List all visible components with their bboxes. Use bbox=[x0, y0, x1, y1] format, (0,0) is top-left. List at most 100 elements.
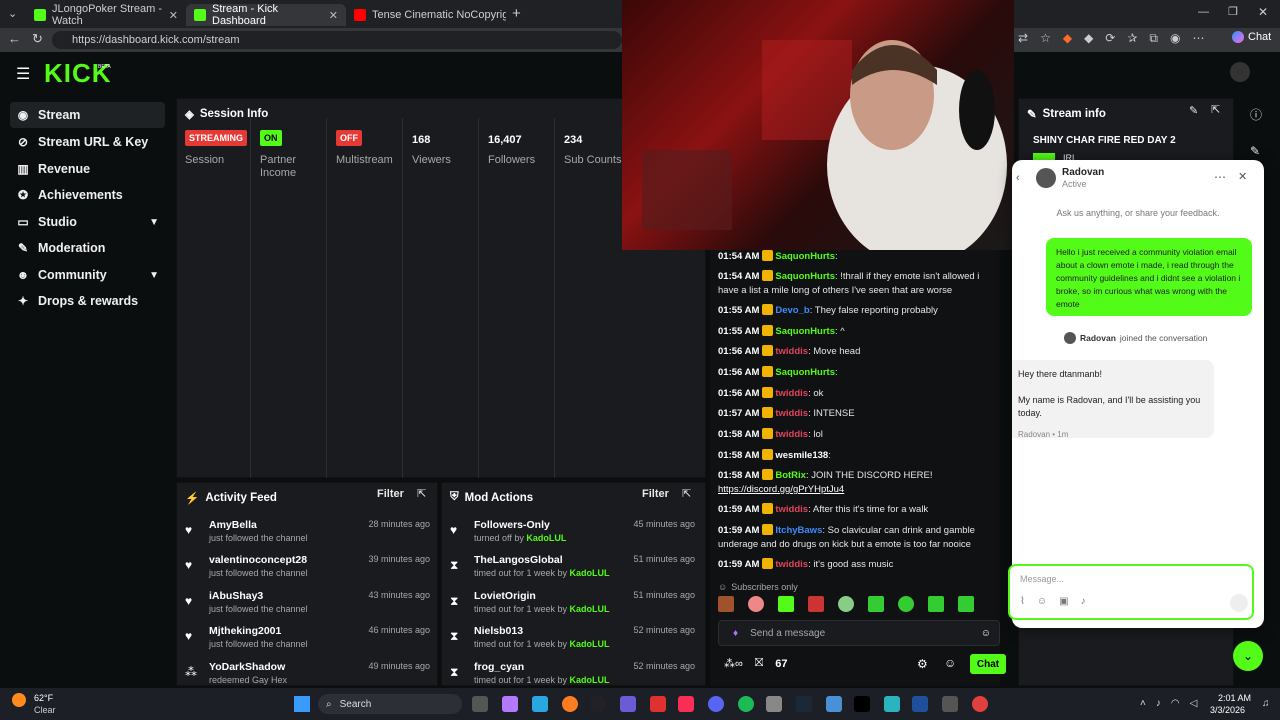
close-icon[interactable]: ✕ bbox=[329, 9, 338, 22]
emote-icon[interactable]: ☺ bbox=[944, 656, 956, 670]
more-icon[interactable]: ⋯ bbox=[1192, 31, 1204, 46]
app-icon[interactable] bbox=[502, 696, 518, 712]
chat-username[interactable]: SaquonHurts bbox=[775, 251, 835, 262]
wifi-icon[interactable]: ◠ bbox=[1171, 698, 1180, 709]
chat-input[interactable]: ♦ Send a message ☺ bbox=[718, 620, 1000, 646]
chat-username[interactable]: ItchyBaws bbox=[775, 525, 822, 536]
gift-icon[interactable]: ⛝ bbox=[755, 657, 763, 670]
tab-list-icon[interactable]: ⌄ bbox=[8, 7, 17, 20]
message-input[interactable]: Message... ⌇ ☺ ▣ ♪ bbox=[1008, 564, 1254, 620]
weather-temp[interactable]: 62°F bbox=[34, 693, 53, 703]
settings-users-icon[interactable]: ⁂∞ bbox=[724, 657, 743, 670]
steam-icon[interactable] bbox=[796, 696, 812, 712]
sidebar-item-community[interactable]: ☻ Community ▼ bbox=[10, 262, 165, 288]
moderator-name[interactable]: KadoLUL bbox=[570, 604, 610, 614]
info-icon[interactable]: ⓘ bbox=[1250, 106, 1262, 123]
attach-icon[interactable]: ⌇ bbox=[1020, 596, 1025, 607]
sidebar-item-revenue[interactable]: ▥ Revenue bbox=[10, 156, 165, 182]
chat-link[interactable]: https://discord.gg/gPrYHptJu4 bbox=[718, 484, 844, 495]
favorites-icon[interactable]: ✰ bbox=[1127, 31, 1137, 46]
chat-username[interactable]: twiddis bbox=[775, 346, 808, 357]
sidebar-item-moderation[interactable]: ✎ Moderation bbox=[10, 235, 165, 261]
pencil-icon[interactable]: ✎ bbox=[1250, 144, 1260, 158]
spotify-icon[interactable] bbox=[738, 696, 754, 712]
back-icon[interactable]: ← bbox=[8, 31, 21, 46]
sidebar-item-achievements[interactable]: ✪ Achievements bbox=[10, 182, 165, 208]
close-icon[interactable]: ✕ bbox=[169, 9, 178, 22]
popout-icon[interactable]: ⇱ bbox=[417, 487, 426, 500]
edge-icon[interactable] bbox=[532, 696, 548, 712]
url-field[interactable]: https://dashboard.kick.com/stream bbox=[52, 31, 622, 49]
more-icon[interactable]: ⋯ bbox=[1214, 170, 1226, 184]
star-icon[interactable]: ☆ bbox=[1040, 31, 1051, 46]
app-icon[interactable] bbox=[650, 696, 666, 712]
chat-username[interactable]: SaquonHurts bbox=[775, 326, 835, 337]
app-icon[interactable] bbox=[884, 696, 900, 712]
filter-button[interactable]: Filter bbox=[377, 488, 404, 500]
user-avatar[interactable] bbox=[1230, 62, 1250, 82]
chat-username[interactable]: Devo_b bbox=[775, 305, 809, 316]
menu-icon[interactable]: ☰ bbox=[16, 64, 30, 84]
clock-time[interactable]: 2:01 AM bbox=[1218, 693, 1251, 703]
emote-icon[interactable] bbox=[898, 596, 914, 612]
taskview-icon[interactable] bbox=[472, 696, 488, 712]
app-icon[interactable] bbox=[620, 696, 636, 712]
chat-username[interactable]: twiddis bbox=[775, 559, 808, 570]
app-icon[interactable] bbox=[912, 696, 928, 712]
copilot-chat-button[interactable]: Chat bbox=[1232, 31, 1271, 43]
mic-icon[interactable]: ♪ bbox=[1081, 596, 1086, 607]
chat-username[interactable]: SaquonHurts bbox=[775, 271, 835, 282]
tab-kick-dashboard[interactable]: Stream - Kick Dashboard ✕ bbox=[186, 3, 346, 27]
app-icon[interactable] bbox=[942, 696, 958, 712]
emote-icon[interactable] bbox=[958, 596, 974, 612]
chevron-up-icon[interactable]: ˄ bbox=[1140, 698, 1146, 709]
gif-icon[interactable]: ▣ bbox=[1059, 596, 1068, 607]
popout-icon[interactable]: ⇱ bbox=[1211, 103, 1220, 116]
emote-icon[interactable] bbox=[718, 596, 734, 612]
emote-icon[interactable] bbox=[928, 596, 944, 612]
moderator-name[interactable]: KadoLUL bbox=[570, 675, 610, 685]
extension-icon[interactable]: ◆ bbox=[1063, 31, 1072, 46]
reload-icon[interactable]: ↻ bbox=[32, 31, 43, 47]
taskbar-search[interactable]: ⌕ Search bbox=[318, 694, 462, 714]
filter-button[interactable]: Filter bbox=[642, 488, 669, 500]
emote-icon[interactable] bbox=[808, 596, 824, 612]
moderator-name[interactable]: KadoLUL bbox=[526, 533, 566, 543]
send-chat-button[interactable]: Chat bbox=[970, 654, 1006, 674]
app-icon[interactable] bbox=[826, 696, 842, 712]
refresh-extension-icon[interactable]: ⟳ bbox=[1105, 31, 1115, 46]
music-icon[interactable] bbox=[678, 696, 694, 712]
chat-username[interactable]: twiddis bbox=[775, 388, 808, 399]
send-icon[interactable] bbox=[1230, 594, 1248, 612]
extension-icon[interactable]: ◆ bbox=[1084, 31, 1093, 46]
back-chevron-icon[interactable]: ‹ bbox=[1016, 172, 1020, 184]
discord-icon[interactable] bbox=[708, 696, 724, 712]
chat-username[interactable]: twiddis bbox=[775, 408, 808, 419]
edit-icon[interactable]: ✎ bbox=[1189, 104, 1198, 117]
emote-icon[interactable] bbox=[778, 596, 794, 612]
emote-icon[interactable] bbox=[838, 596, 854, 612]
chat-username[interactable]: twiddis bbox=[775, 429, 808, 440]
obs-icon[interactable] bbox=[590, 696, 606, 712]
translate-icon[interactable]: ⇄ bbox=[1018, 31, 1028, 46]
sidebar-item-stream-url-key[interactable]: ⊘ Stream URL & Key bbox=[10, 129, 165, 155]
chat-username[interactable]: BotRix bbox=[775, 470, 806, 481]
kick-logo[interactable]: KICK bbox=[44, 58, 112, 89]
emote-icon[interactable] bbox=[868, 596, 884, 612]
emoji-icon[interactable]: ☺ bbox=[1037, 596, 1047, 607]
sidebar-item-drops-rewards[interactable]: ✦ Drops & rewards bbox=[10, 288, 165, 314]
emote-icon[interactable] bbox=[748, 596, 764, 612]
windows-start-icon[interactable] bbox=[294, 696, 310, 712]
chat-username[interactable]: wesmile138 bbox=[775, 450, 828, 461]
moderator-name[interactable]: KadoLUL bbox=[570, 568, 610, 578]
chat-username[interactable]: twiddis bbox=[775, 504, 808, 515]
profile-icon[interactable]: ◉ bbox=[1170, 31, 1180, 46]
close-icon[interactable]: ✕ bbox=[1238, 170, 1247, 183]
app-icon[interactable] bbox=[766, 696, 782, 712]
sidebar-item-stream[interactable]: ◉ Stream bbox=[10, 102, 165, 128]
chat-username[interactable]: SaquonHurts bbox=[775, 367, 835, 378]
new-tab-icon[interactable]: + bbox=[512, 5, 521, 22]
gear-icon[interactable]: ⚙ bbox=[917, 657, 928, 671]
firefox-icon[interactable] bbox=[562, 696, 578, 712]
app-icon[interactable] bbox=[972, 696, 988, 712]
